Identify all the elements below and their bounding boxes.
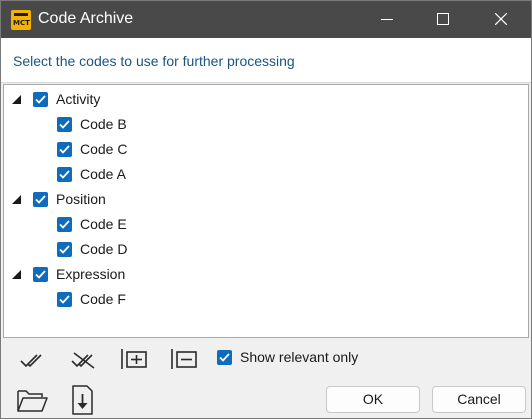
show-relevant-toggle[interactable]: Show relevant only xyxy=(217,348,358,366)
checkmark-icon xyxy=(59,119,70,129)
ok-button[interactable]: OK xyxy=(326,386,420,413)
tree-group-activity[interactable]: Activity xyxy=(10,88,100,110)
open-folder-button[interactable] xyxy=(15,383,49,415)
tree-label-code-b: Code B xyxy=(80,116,127,132)
checkbox-code-b[interactable] xyxy=(57,116,72,132)
close-icon xyxy=(495,13,507,25)
maximize-button[interactable] xyxy=(420,1,466,38)
cancel-button[interactable]: Cancel xyxy=(432,386,526,413)
tree-item-code-e[interactable]: Code E xyxy=(57,213,127,235)
maximize-icon xyxy=(437,13,449,25)
tree-item-code-c[interactable]: Code C xyxy=(57,138,127,160)
check-all-button[interactable] xyxy=(17,346,49,372)
minimize-button[interactable] xyxy=(364,1,410,38)
tree-label-code-d: Code D xyxy=(80,241,128,257)
checkbox-code-c[interactable] xyxy=(57,141,72,157)
tree-label-code-f: Code F xyxy=(80,291,126,307)
checkbox-position[interactable] xyxy=(33,191,48,207)
expander-expression[interactable] xyxy=(10,263,24,285)
checkmark-icon xyxy=(219,352,230,362)
uncheck-all-button[interactable] xyxy=(67,346,99,372)
tree-item-code-d[interactable]: Code D xyxy=(57,238,127,260)
app-icon-stripe xyxy=(14,13,28,16)
checkmark-icon xyxy=(35,94,46,104)
app-icon: MCT xyxy=(11,10,31,30)
collapse-triangle-icon xyxy=(12,95,21,104)
tree-label-code-e: Code E xyxy=(80,216,127,232)
expander-position[interactable] xyxy=(10,188,24,210)
dialog-footer: OK Cancel xyxy=(1,381,531,418)
tree-item-code-a[interactable]: Code A xyxy=(57,163,126,185)
checkmark-icon xyxy=(35,194,46,204)
checkbox-activity[interactable] xyxy=(33,91,48,107)
checkmark-icon xyxy=(59,219,70,229)
collapse-triangle-icon xyxy=(12,270,21,279)
tree-group-expression[interactable]: Expression xyxy=(10,263,125,285)
tree-group-position[interactable]: Position xyxy=(10,188,106,210)
tree-label-code-a: Code A xyxy=(80,166,126,182)
tree-label-position: Position xyxy=(56,191,106,207)
expand-all-icon xyxy=(121,349,147,369)
checkmark-icon xyxy=(59,244,70,254)
expand-all-button[interactable] xyxy=(117,346,149,372)
checkmark-icon xyxy=(59,144,70,154)
show-relevant-label: Show relevant only xyxy=(240,349,359,365)
checkbox-expression[interactable] xyxy=(33,266,48,282)
expander-activity[interactable] xyxy=(10,88,24,110)
import-file-icon xyxy=(72,385,93,415)
tree-toolbar: Show relevant only xyxy=(1,339,531,381)
tree-label-code-c: Code C xyxy=(80,141,128,157)
window-title: Code Archive xyxy=(38,10,134,27)
checkmark-icon xyxy=(35,269,46,279)
checkmark-icon xyxy=(59,294,70,304)
tree-label-activity: Activity xyxy=(56,91,101,107)
checkmark-icon xyxy=(59,169,70,179)
open-folder-icon xyxy=(17,390,48,412)
checkbox-code-d[interactable] xyxy=(57,241,72,257)
checkbox-code-e[interactable] xyxy=(57,216,72,232)
tree-item-code-b[interactable]: Code B xyxy=(57,113,127,135)
close-button[interactable] xyxy=(478,1,524,38)
code-tree[interactable]: Activity Code B Code C Code A Position C… xyxy=(3,84,529,338)
collapse-all-button[interactable] xyxy=(167,346,199,372)
code-archive-dialog: MCT Code Archive Select the codes to use… xyxy=(0,0,532,419)
app-icon-text: MCT xyxy=(13,19,30,27)
collapse-triangle-icon xyxy=(12,195,21,204)
check-all-icon xyxy=(20,354,42,368)
checkbox-code-f[interactable] xyxy=(57,291,72,307)
tree-label-expression: Expression xyxy=(56,266,126,282)
import-file-button[interactable] xyxy=(67,383,101,415)
minimize-icon xyxy=(381,19,393,20)
instruction-text: Select the codes to use for further proc… xyxy=(13,53,295,69)
instruction-panel: Select the codes to use for further proc… xyxy=(1,38,531,83)
collapse-all-icon xyxy=(171,349,197,369)
checkbox-code-a[interactable] xyxy=(57,166,72,182)
tree-item-code-f[interactable]: Code F xyxy=(57,288,126,310)
title-bar[interactable]: MCT Code Archive xyxy=(1,1,531,38)
show-relevant-checkbox[interactable] xyxy=(217,349,232,365)
uncheck-all-icon xyxy=(71,352,95,369)
